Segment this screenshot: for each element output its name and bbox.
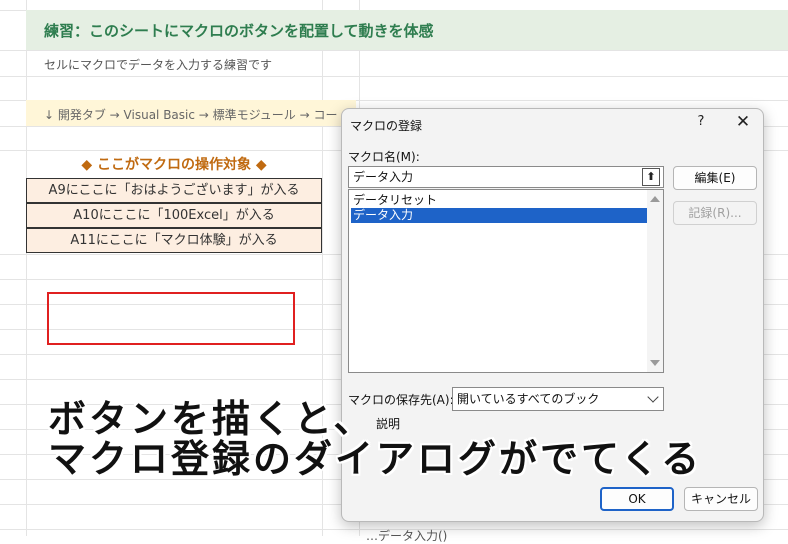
sheet-subtitle: セルにマクロでデータを入力する練習です xyxy=(44,58,273,72)
ok-button[interactable]: OK xyxy=(600,487,674,511)
collapse-arrow-icon[interactable]: ⬆ xyxy=(642,168,660,186)
caption-line-2: マクロ登録のダイアログがでてくる xyxy=(48,437,703,481)
sheet-title: 練習：このシートにマクロのボタンを配置して動きを体感 xyxy=(44,22,434,40)
dialog-title: マクロの登録 xyxy=(350,119,423,133)
help-button[interactable]: ? xyxy=(692,114,710,134)
list-scrollbar[interactable] xyxy=(647,190,663,372)
scroll-down-icon[interactable] xyxy=(650,360,660,366)
store-select-value: 開いているすべてのブック xyxy=(457,392,600,406)
macro-name-label: マクロ名(M): xyxy=(348,150,420,164)
target-title: ◆ ここがマクロの操作対象 ◆ xyxy=(81,157,267,173)
hint-text: ↓ 開発タブ → Visual Basic → 標準モジュール → コー xyxy=(44,108,338,122)
target-cell-a9[interactable]: A9にここに「おはようございます」が入る xyxy=(26,178,322,203)
cancel-button[interactable]: キャンセル xyxy=(684,487,758,511)
chevron-down-icon xyxy=(647,391,659,403)
list-item-data-reset[interactable]: データリセット xyxy=(351,193,647,208)
gridline xyxy=(0,76,788,77)
list-item-data-input[interactable]: データ入力 xyxy=(351,208,647,223)
target-cell-a11[interactable]: A11にここに「マクロ体験」が入る xyxy=(26,228,322,253)
store-select[interactable]: 開いているすべてのブック xyxy=(452,387,664,411)
gridline xyxy=(26,0,27,536)
drawn-button-outline[interactable] xyxy=(47,292,295,345)
target-cell-a10[interactable]: A10にここに「100Excel」が入る xyxy=(26,203,322,228)
close-icon[interactable]: ✕ xyxy=(732,112,754,134)
record-button[interactable]: 記録(R)... xyxy=(673,201,757,225)
macro-name-input[interactable]: データ入力 xyxy=(348,166,664,188)
scroll-up-icon[interactable] xyxy=(650,196,660,202)
gridline xyxy=(0,50,788,51)
edit-button[interactable]: 編集(E) xyxy=(673,166,757,190)
macro-list[interactable]: データリセット データ入力 xyxy=(348,189,664,373)
